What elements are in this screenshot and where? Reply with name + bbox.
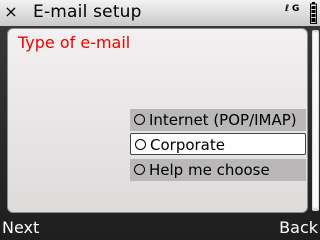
- back-softkey[interactable]: Back: [279, 218, 318, 238]
- option-label: Internet (POP/IMAP): [149, 111, 297, 129]
- scrollbar[interactable]: [312, 30, 319, 211]
- option-corporate[interactable]: Corporate: [130, 133, 306, 155]
- network-type-label: G: [292, 4, 300, 14]
- page-title: E-mail setup: [33, 2, 142, 22]
- title-bar: × E-mail setup ℓ G: [0, 0, 320, 26]
- option-label: Help me choose: [149, 161, 270, 179]
- softkey-bar: Next Back: [0, 214, 320, 240]
- option-help-me-choose[interactable]: Help me choose: [130, 159, 306, 181]
- option-label: Corporate: [150, 136, 225, 154]
- next-softkey[interactable]: Next: [2, 218, 39, 238]
- option-internet-pop-imap[interactable]: Internet (POP/IMAP): [130, 109, 306, 131]
- signal-icon: ℓ: [285, 4, 290, 14]
- close-icon[interactable]: ×: [3, 2, 19, 22]
- phone-screen: × E-mail setup ℓ G Type of e-mail Intern…: [0, 0, 320, 240]
- radio-icon: [134, 114, 145, 125]
- battery-icon: [310, 2, 317, 24]
- scroll-thumb[interactable]: [313, 32, 318, 208]
- radio-icon: [134, 164, 145, 175]
- section-heading: Type of e-mail: [18, 33, 131, 52]
- radio-icon: [135, 139, 146, 150]
- signal-indicator: ℓ G: [285, 3, 307, 17]
- email-type-panel: Type of e-mail Internet (POP/IMAP) Corpo…: [7, 28, 308, 213]
